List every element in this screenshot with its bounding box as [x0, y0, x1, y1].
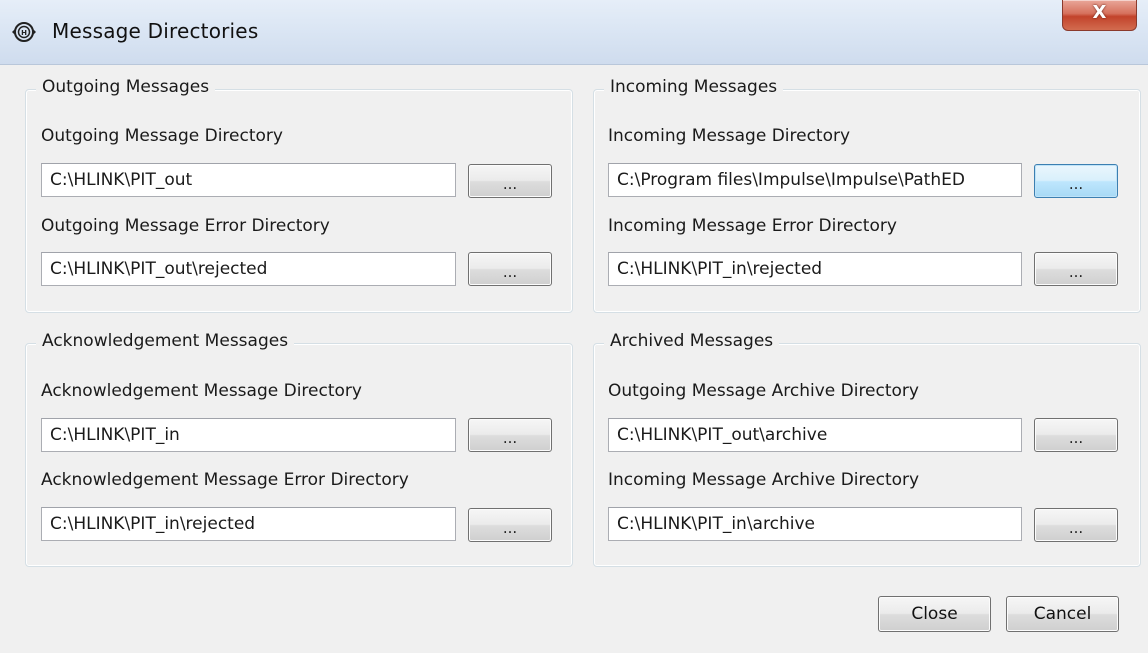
acknowledgement-directory-browse-button[interactable]: ...	[468, 418, 552, 452]
acknowledgement-directory-label: Acknowledgement Message Directory	[41, 381, 362, 401]
title-bar: H Message Directories X	[0, 0, 1148, 65]
window-title: Message Directories	[52, 19, 259, 43]
incoming-archive-directory-browse-button[interactable]: ...	[1034, 508, 1118, 542]
incoming-archive-directory-field[interactable]: C:\HLINK\PIT_in\archive	[608, 507, 1022, 541]
incoming-directory-field[interactable]: C:\Program files\Impulse\Impulse\PathED	[608, 163, 1022, 197]
outgoing-directory-browse-button[interactable]: ...	[468, 164, 552, 198]
outgoing-error-directory-browse-button[interactable]: ...	[468, 252, 552, 286]
archived-messages-legend: Archived Messages	[604, 331, 780, 351]
incoming-directory-browse-button[interactable]: ...	[1034, 164, 1118, 198]
outgoing-directory-label: Outgoing Message Directory	[41, 126, 283, 146]
svg-text:H: H	[21, 29, 27, 37]
outgoing-error-directory-label: Outgoing Message Error Directory	[41, 216, 330, 236]
acknowledgement-error-directory-browse-button[interactable]: ...	[468, 508, 552, 542]
acknowledgement-directory-field[interactable]: C:\HLINK\PIT_in	[41, 418, 456, 452]
incoming-error-directory-field[interactable]: C:\HLINK\PIT_in\rejected	[608, 252, 1022, 286]
outgoing-messages-legend: Outgoing Messages	[36, 77, 216, 97]
incoming-archive-directory-label: Incoming Message Archive Directory	[608, 470, 920, 490]
incoming-error-directory-label: Incoming Message Error Directory	[608, 216, 897, 236]
acknowledgement-error-directory-field[interactable]: C:\HLINK\PIT_in\rejected	[41, 507, 456, 541]
outgoing-archive-directory-label: Outgoing Message Archive Directory	[608, 381, 919, 401]
cancel-button[interactable]: Cancel	[1006, 596, 1119, 632]
acknowledgement-error-directory-label: Acknowledgement Message Error Directory	[41, 470, 409, 490]
incoming-directory-label: Incoming Message Directory	[608, 126, 851, 146]
outgoing-error-directory-field[interactable]: C:\HLINK\PIT_out\rejected	[41, 252, 456, 286]
outgoing-archive-directory-field[interactable]: C:\HLINK\PIT_out\archive	[608, 418, 1022, 452]
incoming-messages-legend: Incoming Messages	[604, 77, 784, 97]
acknowledgement-messages-legend: Acknowledgement Messages	[36, 331, 295, 351]
close-icon[interactable]: X	[1062, 0, 1137, 31]
close-button[interactable]: Close	[878, 596, 991, 632]
incoming-error-directory-browse-button[interactable]: ...	[1034, 252, 1118, 286]
hl7-app-icon: H	[12, 22, 36, 42]
outgoing-directory-field[interactable]: C:\HLINK\PIT_out	[41, 163, 456, 197]
outgoing-archive-directory-browse-button[interactable]: ...	[1034, 418, 1118, 452]
